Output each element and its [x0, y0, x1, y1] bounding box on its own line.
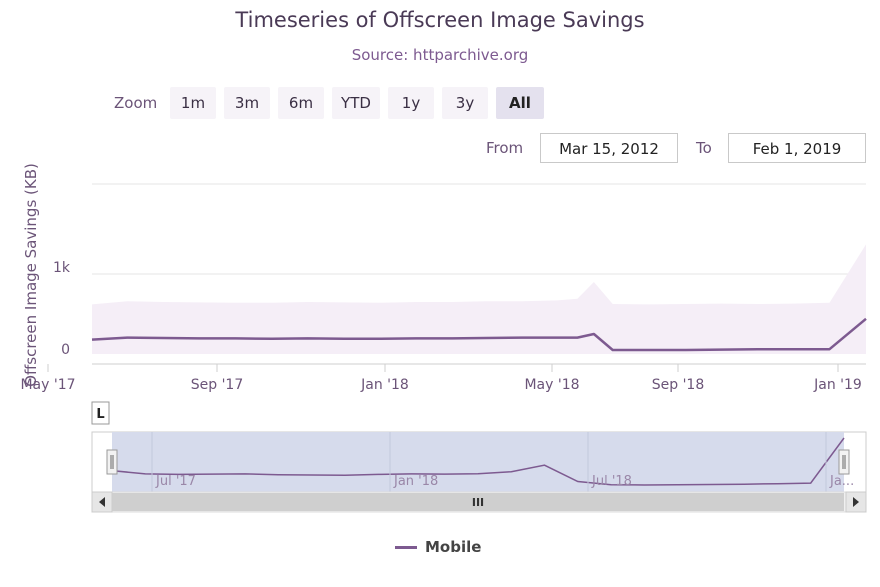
navigator-tick-label: Jan '18	[393, 474, 438, 489]
navigator-right-handle[interactable]	[838, 449, 850, 475]
navigator-tick-label: Jul '18	[591, 474, 632, 489]
x-tick-label: Jan '19	[813, 377, 862, 393]
x-axis: May '17 Sep '17 Jan '18 May '18 Sep '18 Jan '…	[20, 364, 862, 393]
x-tick-label: May '18	[524, 377, 579, 393]
x-tick-label: Sep '18	[652, 377, 705, 393]
navigator-tick-label: Ja...	[829, 474, 854, 489]
y-tick-label: 0	[61, 342, 70, 358]
grip-icon: III	[472, 496, 484, 509]
series-mobile	[91, 244, 867, 354]
navigator-tick-label: Jul '17	[155, 474, 196, 489]
x-tick-label: Sep '17	[191, 377, 244, 393]
navigator-left-handle[interactable]	[106, 449, 118, 475]
x-tick-label: May '17	[20, 377, 75, 393]
y-tick-label: 1k	[53, 260, 71, 276]
plot-badge-label: L	[96, 407, 104, 422]
legend-item-mobile[interactable]: Mobile	[395, 536, 481, 558]
legend-label: Mobile	[425, 538, 482, 556]
navigator-selected-range[interactable]	[112, 432, 844, 492]
legend-swatch	[395, 545, 417, 549]
x-tick-label: Jan '18	[360, 377, 409, 393]
chart-canvas: 0 1k May '17 Sep '17 Jan '18 May '18 Sep '18…	[20, 183, 867, 513]
